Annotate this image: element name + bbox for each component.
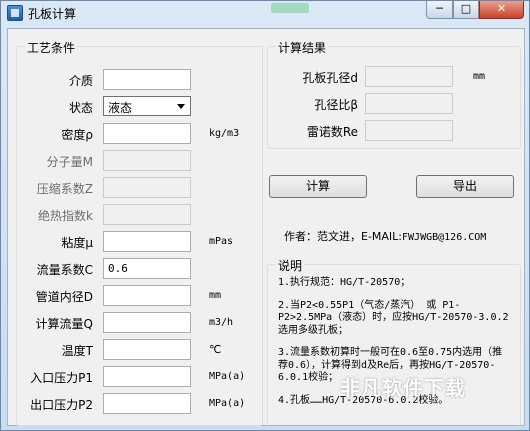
author-email: FWJWGB@126.COM xyxy=(402,232,487,243)
process-conditions-title: 工艺条件 xyxy=(25,39,78,56)
results-group: 计算结果 孔板孔径d mm 孔径比β 雷诺数Re xyxy=(267,39,521,149)
orifice-diameter-label: 孔板孔径d xyxy=(302,71,358,85)
medium-label: 介质 xyxy=(68,74,93,88)
density-unit: kg/m3 xyxy=(209,128,240,139)
beta-ratio-label: 孔径比β xyxy=(314,98,358,112)
reynolds-number-output xyxy=(365,120,453,141)
molecular-weight-label: 分子量M xyxy=(46,155,93,169)
pipe-diameter-input[interactable] xyxy=(103,285,191,306)
flow-coefficient-label: 流量系数C xyxy=(36,263,93,277)
pipe-diameter-label: 管道内径D xyxy=(35,290,93,304)
watermark: 非凡软件下载 xyxy=(340,376,466,400)
client-area: 工艺条件 介质 状态 液态 密度ρ kg/m3 分子量M 压缩系数Z 绝热指数k… xyxy=(7,28,525,427)
compressibility-label: 压缩系数Z xyxy=(36,182,93,196)
state-select-value: 液态 xyxy=(108,101,133,115)
results-title: 计算结果 xyxy=(276,39,329,56)
note-item: 1.执行规范：HG/T-20570； xyxy=(278,277,411,288)
app-icon xyxy=(7,5,23,21)
viscosity-input[interactable] xyxy=(103,231,191,252)
viscosity-unit: mPas xyxy=(209,236,234,247)
state-label: 状态 xyxy=(68,101,93,115)
temperature-label: 温度T xyxy=(61,344,93,358)
notes-title: 说明 xyxy=(276,257,305,274)
compressibility-input xyxy=(103,177,191,198)
flow-rate-input[interactable] xyxy=(103,312,191,333)
adiabatic-index-label: 绝热指数k xyxy=(38,209,93,223)
inlet-pressure-label: 入口压力P1 xyxy=(30,371,93,385)
inlet-pressure-input[interactable] xyxy=(103,366,191,387)
title-bar[interactable]: 孔板计算 ─ □ ✕ xyxy=(1,1,529,25)
author-info: 作者：范文进，E-MAIL:FWJWGB@126.COM xyxy=(284,228,486,244)
author-prefix: 作者：范文进，E-MAIL: xyxy=(284,230,403,243)
background-ghost xyxy=(271,3,309,13)
outlet-pressure-label: 出口压力P2 xyxy=(30,398,93,412)
inlet-pressure-unit: MPa(a) xyxy=(209,371,246,382)
export-button[interactable]: 导出 xyxy=(416,175,514,198)
medium-input[interactable] xyxy=(103,69,191,90)
flow-coefficient-input[interactable] xyxy=(103,258,191,279)
flow-rate-unit: m3/h xyxy=(209,317,234,328)
reynolds-number-label: 雷诺数Re xyxy=(306,125,358,139)
minimize-button[interactable]: ─ xyxy=(426,1,453,19)
chevron-down-icon xyxy=(177,104,185,109)
outlet-pressure-input[interactable] xyxy=(103,393,191,414)
outlet-pressure-unit: MPa(a) xyxy=(209,398,246,409)
adiabatic-index-input xyxy=(103,204,191,225)
flow-rate-label: 计算流量Q xyxy=(35,317,93,331)
density-label: 密度ρ xyxy=(61,128,93,142)
beta-ratio-output xyxy=(365,93,453,114)
main-window: 孔板计算 ─ □ ✕ 工艺条件 介质 状态 液态 密度ρ kg/m3 分子量M … xyxy=(0,0,530,431)
orifice-diameter-output xyxy=(365,66,453,87)
orifice-diameter-unit: mm xyxy=(473,71,486,82)
state-select[interactable]: 液态 xyxy=(103,96,191,116)
density-input[interactable] xyxy=(103,123,191,144)
note-item: 2.当P2<0.55P1（气态/蒸汽） 或 P1-P2>2.5MPa（液态）时，… xyxy=(278,299,509,336)
viscosity-label: 粘度μ xyxy=(61,236,93,250)
molecular-weight-input xyxy=(103,150,191,171)
notes-group: 说明 1.执行规范：HG/T-20570； 2.当P2<0.55P1（气态/蒸汽… xyxy=(267,257,521,427)
calculate-button[interactable]: 计算 xyxy=(269,175,367,198)
temperature-unit: ℃ xyxy=(209,343,222,356)
close-button[interactable]: ✕ xyxy=(479,1,524,19)
maximize-button[interactable]: □ xyxy=(453,1,479,19)
window-title: 孔板计算 xyxy=(28,7,77,21)
pipe-diameter-unit: mm xyxy=(209,290,222,301)
temperature-input[interactable] xyxy=(103,339,191,360)
process-conditions-group: 工艺条件 介质 状态 液态 密度ρ kg/m3 分子量M 压缩系数Z 绝热指数k… xyxy=(16,39,263,426)
